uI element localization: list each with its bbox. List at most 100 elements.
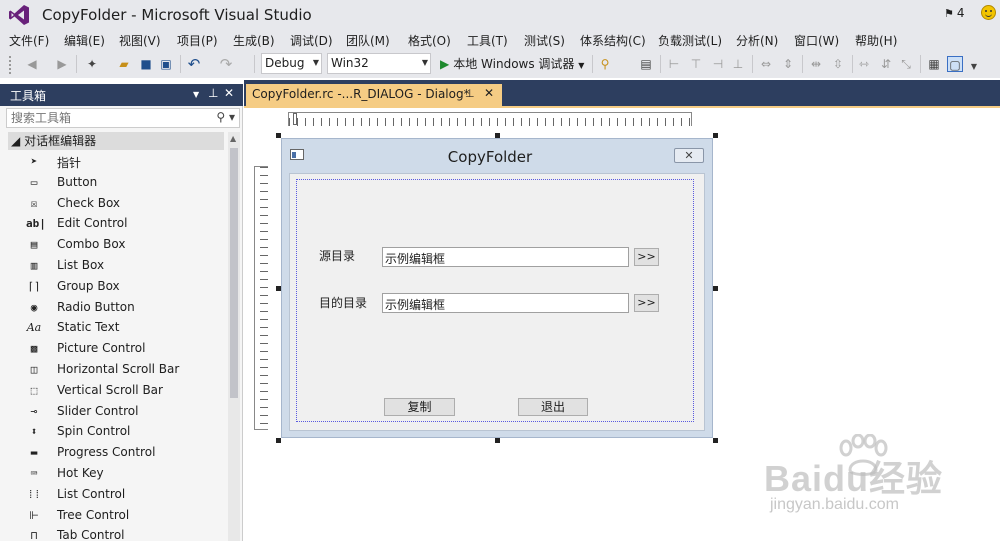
menu-tools[interactable]: 工具(T)	[467, 32, 508, 49]
menu-view[interactable]: 视图(V)	[119, 32, 161, 49]
chevron-down-icon: ▼	[578, 61, 585, 70]
menu-edit[interactable]: 编辑(E)	[64, 32, 105, 49]
menu-format[interactable]: 格式(O)	[408, 32, 451, 49]
resize-handle[interactable]	[713, 133, 718, 138]
save-icon[interactable]: ■	[138, 56, 154, 72]
new-project-icon[interactable]: ✦	[84, 56, 100, 72]
save-all-icon[interactable]: ▣	[158, 56, 174, 72]
menu-file[interactable]: 文件(F)	[9, 32, 49, 49]
forward-icon[interactable]: ▶	[54, 56, 70, 72]
center-vertical-icon[interactable]: ⇔	[758, 56, 774, 72]
find-in-files-icon[interactable]: ⚲	[597, 56, 613, 72]
start-debugging-button[interactable]: ▶ 本地 Windows 调试器 ▼	[440, 55, 584, 72]
align-left-icon[interactable]: ⊢	[666, 56, 682, 72]
toolbox-item-tab-control[interactable]: ⊓ Tab Control	[26, 526, 226, 541]
menu-debug[interactable]: 调试(D)	[290, 32, 333, 49]
pin-icon[interactable]: ⊥	[208, 86, 218, 100]
undo-icon[interactable]: ↶	[186, 56, 202, 72]
toolbox-group-header[interactable]: ◢ 对话框编辑器	[8, 132, 224, 150]
resize-handle[interactable]	[713, 286, 718, 291]
close-icon[interactable]: ✕	[674, 148, 704, 163]
space-across-icon[interactable]: ⇹	[808, 56, 824, 72]
toolbox-item-combo-box[interactable]: ▤ Combo Box	[26, 235, 226, 256]
back-icon[interactable]: ◀	[24, 56, 40, 72]
vertical-ruler[interactable]	[254, 166, 268, 430]
toolbar-grip[interactable]	[9, 56, 13, 74]
toolbox-scrollbar[interactable]: ▲	[228, 132, 240, 541]
toolbox-search-input[interactable]	[7, 109, 203, 127]
redo-icon[interactable]: ↷	[218, 56, 234, 72]
menu-load-test[interactable]: 负载测试(L)	[658, 32, 722, 49]
resize-handle[interactable]	[276, 438, 281, 443]
toolbox-item-list-control[interactable]: ⁞⁞ List Control	[26, 485, 226, 506]
toolbox-item-button[interactable]: ▭ Button	[26, 173, 226, 194]
exit-button[interactable]: 退出	[518, 398, 588, 416]
toolbox-item-label: 指针	[57, 156, 82, 170]
dialog-title-bar: CopyFolder ✕	[282, 139, 712, 171]
chevron-down-icon[interactable]: ▼	[966, 59, 982, 75]
make-same-height-icon[interactable]: ⇵	[878, 56, 894, 72]
menu-architecture[interactable]: 体系结构(C)	[580, 32, 646, 49]
toolbox-item-static-text[interactable]: Aa Static Text	[26, 318, 226, 339]
toolbox-item-group-box[interactable]: ⌈⌉ Group Box	[26, 277, 226, 298]
close-icon[interactable]: ✕	[484, 86, 494, 100]
notifications[interactable]: ⚑ 4	[944, 6, 965, 20]
toolbox-item-check-box[interactable]: ☒ Check Box	[26, 194, 226, 215]
menu-build[interactable]: 生成(B)	[233, 32, 275, 49]
space-down-icon[interactable]: ⇳	[830, 56, 846, 72]
tab-dialog-editor[interactable]: CopyFolder.rc -...R_DIALOG - Dialog* ⊥ ✕	[246, 84, 502, 106]
menu-window[interactable]: 窗口(W)	[794, 32, 839, 49]
toolbox-item-tree-control[interactable]: ⊩ Tree Control	[26, 506, 226, 527]
toolbox-item-edit-control[interactable]: ab| Edit Control	[26, 214, 226, 235]
align-right-icon[interactable]: ⊣	[710, 56, 726, 72]
dialog-preview[interactable]: CopyFolder ✕ 源目录 示例编辑框 >> 目的目录 示例编辑框 >> …	[281, 138, 713, 438]
test-dialog-icon[interactable]: ▤	[638, 56, 654, 72]
pin-icon[interactable]: ⊥	[465, 87, 475, 100]
toolbox-item-pointer[interactable]: ➤ 指针	[26, 152, 226, 173]
source-dir-label[interactable]: 源目录	[319, 247, 355, 264]
scrollbar-thumb[interactable]	[230, 148, 238, 398]
menu-help[interactable]: 帮助(H)	[855, 32, 897, 49]
source-dir-edit[interactable]: 示例编辑框	[382, 247, 629, 267]
resize-handle[interactable]	[713, 438, 718, 443]
search-icon[interactable]: ⚲ ▾	[216, 110, 235, 124]
toolbox-item-hot-key[interactable]: ⌨ Hot Key	[26, 464, 226, 485]
feedback-smiley-icon[interactable]	[981, 5, 996, 20]
menu-team[interactable]: 团队(M)	[346, 32, 390, 49]
dest-browse-button[interactable]: >>	[634, 294, 659, 312]
align-bottom-icon[interactable]: ⊥	[730, 56, 746, 72]
make-same-size-icon[interactable]: ⤡	[898, 56, 914, 72]
dest-dir-label[interactable]: 目的目录	[319, 294, 367, 311]
toolbox-item-vertical-scroll-bar[interactable]: ⬚ Vertical Scroll Bar	[26, 381, 226, 402]
resize-handle[interactable]	[495, 438, 500, 443]
toolbox-item-horizontal-scroll-bar[interactable]: ◫ Horizontal Scroll Bar	[26, 360, 226, 381]
platform-select[interactable]: Win32 ▼	[327, 53, 431, 74]
toolbox-item-progress-control[interactable]: ▬ Progress Control	[26, 443, 226, 464]
toolbox-item-radio-button[interactable]: ◉ Radio Button	[26, 298, 226, 319]
toolbox-search[interactable]: ⚲ ▾	[6, 108, 240, 128]
horizontal-ruler[interactable]	[288, 112, 692, 126]
toggle-guides-icon[interactable]: ▢	[947, 56, 963, 72]
dest-dir-edit[interactable]: 示例编辑框	[382, 293, 629, 313]
align-top-icon[interactable]: ⊤	[688, 56, 704, 72]
close-icon[interactable]: ✕	[224, 86, 234, 100]
copy-button[interactable]: 复制	[384, 398, 455, 416]
toolbox-item-list-box[interactable]: ▥ List Box	[26, 256, 226, 277]
open-file-icon[interactable]: ▰	[116, 56, 132, 72]
menu-test[interactable]: 测试(S)	[524, 32, 565, 49]
combo-box-icon: ▤	[30, 238, 38, 252]
solution-config-select[interactable]: Debug ▼	[261, 53, 322, 74]
toolbox-item-label: Hot Key	[57, 465, 104, 480]
menu-analyze[interactable]: 分析(N)	[736, 32, 778, 49]
toolbox-item-label: Check Box	[57, 195, 121, 210]
center-horizontal-icon[interactable]: ⇕	[780, 56, 796, 72]
chevron-down-icon[interactable]: ▼	[193, 90, 199, 99]
toolbox-item-picture-control[interactable]: ▩ Picture Control	[26, 339, 226, 360]
toggle-grid-icon[interactable]: ▦	[926, 56, 942, 72]
scroll-up-icon[interactable]: ▲	[230, 134, 236, 143]
toolbox-item-slider-control[interactable]: ⊸ Slider Control	[26, 402, 226, 423]
make-same-width-icon[interactable]: ⇿	[856, 56, 872, 72]
source-browse-button[interactable]: >>	[634, 248, 659, 266]
menu-project[interactable]: 项目(P)	[177, 32, 218, 49]
toolbox-item-spin-control[interactable]: ⬍ Spin Control	[26, 422, 226, 443]
